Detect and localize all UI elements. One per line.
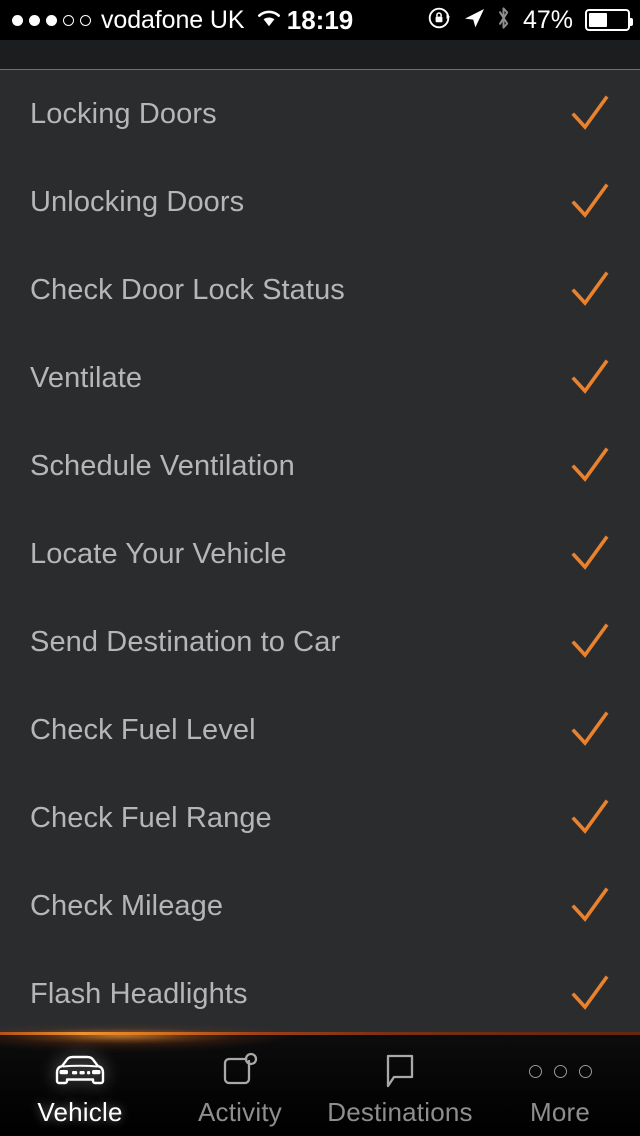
ellipsis-dot-1 xyxy=(528,1064,542,1078)
bluetooth-icon xyxy=(495,5,512,36)
tab-destinations[interactable]: Destinations xyxy=(320,1035,480,1136)
check-icon xyxy=(571,623,609,658)
list-item-label: Check Door Lock Status xyxy=(30,273,345,306)
status-bar-right: 47% xyxy=(427,5,633,36)
signal-dot-3 xyxy=(46,14,57,26)
tab-label: Vehicle xyxy=(37,1097,123,1127)
activity-square-icon xyxy=(219,1052,261,1090)
tab-label: More xyxy=(529,1097,591,1127)
check-icon xyxy=(571,271,609,306)
tab-label: Destinations xyxy=(327,1097,473,1127)
signal-dot-1 xyxy=(12,14,23,26)
app-screen: vodafone UK 18:19 47% Locking Doors Unlo… xyxy=(0,0,640,1136)
signal-strength-dots xyxy=(12,14,91,26)
battery-percentage: 47% xyxy=(522,5,573,34)
check-icon xyxy=(571,183,609,218)
check-icon xyxy=(571,975,609,1010)
list-item-label: Send Destination to Car xyxy=(30,625,341,658)
list-item-label: Schedule Ventilation xyxy=(30,449,295,482)
signal-dot-5 xyxy=(80,14,91,26)
tab-vehicle[interactable]: Vehicle xyxy=(0,1035,160,1136)
status-bar-left: vodafone UK xyxy=(12,6,283,35)
list-item[interactable]: Send Destination to Car xyxy=(0,598,640,686)
list-item-label: Unlocking Doors xyxy=(30,185,245,218)
list-item[interactable]: Locate Your Vehicle xyxy=(0,510,640,598)
wifi-icon xyxy=(255,7,283,33)
list-item-label: Check Fuel Range xyxy=(30,801,272,834)
check-icon xyxy=(571,887,609,922)
list-item[interactable]: Check Fuel Level xyxy=(0,686,640,774)
tab-more[interactable]: More xyxy=(480,1035,640,1136)
list-item[interactable]: Check Fuel Range xyxy=(0,774,640,862)
list-item-label: Check Mileage xyxy=(30,889,224,922)
rotation-lock-icon xyxy=(427,5,453,36)
ellipsis-icon xyxy=(528,1052,592,1090)
location-arrow-icon xyxy=(462,6,486,35)
ellipsis-dot-2 xyxy=(553,1064,567,1078)
ellipsis-dot-3 xyxy=(578,1064,592,1078)
tab-activity[interactable]: Activity xyxy=(160,1035,320,1136)
car-front-icon xyxy=(49,1052,111,1090)
list-item-label: Flash Headlights xyxy=(30,977,248,1010)
tab-label: Activity xyxy=(198,1097,282,1127)
signal-dot-2 xyxy=(29,14,40,26)
list-item-label: Check Fuel Level xyxy=(30,713,256,746)
check-icon xyxy=(571,95,609,130)
carrier-name: vodafone UK xyxy=(101,5,245,34)
battery-icon xyxy=(585,9,633,31)
list-item[interactable]: Check Mileage xyxy=(0,862,640,950)
list-item[interactable]: Schedule Ventilation xyxy=(0,422,640,510)
status-bar: vodafone UK 18:19 47% xyxy=(0,0,640,40)
list-item[interactable]: Flash Headlights xyxy=(0,950,640,1028)
list-item-label: Ventilate xyxy=(30,361,143,394)
check-icon xyxy=(571,359,609,394)
check-icon xyxy=(571,711,609,746)
tab-list: Vehicle Activity Destinations More xyxy=(0,1035,640,1136)
list-item-label: Locate Your Vehicle xyxy=(30,537,287,570)
list-item[interactable]: Unlocking Doors xyxy=(0,158,640,246)
check-icon xyxy=(571,799,609,834)
check-icon xyxy=(571,447,609,482)
tab-bar: Vehicle Activity Destinations More xyxy=(0,1016,640,1136)
feature-list[interactable]: Locking Doors Unlocking Doors Check Door… xyxy=(0,70,640,1028)
list-item-label: Locking Doors xyxy=(30,97,217,130)
list-item[interactable]: Locking Doors xyxy=(0,70,640,158)
list-item[interactable]: Check Door Lock Status xyxy=(0,246,640,334)
speech-bubble-icon xyxy=(381,1052,419,1090)
battery-fill xyxy=(589,13,608,27)
header-divider xyxy=(0,69,640,70)
header-spacer xyxy=(0,40,640,69)
check-icon xyxy=(571,535,609,570)
signal-dot-4 xyxy=(63,14,74,26)
list-item[interactable]: Ventilate xyxy=(0,334,640,422)
